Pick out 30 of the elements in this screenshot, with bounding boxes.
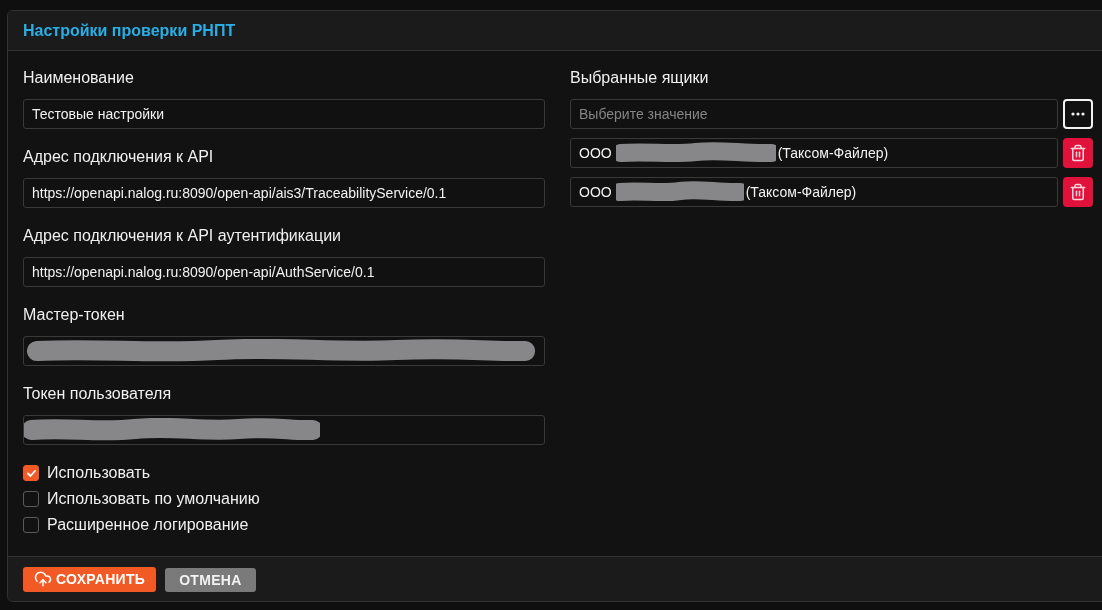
checkmark-icon (26, 469, 36, 477)
checkbox-label: Использовать (47, 464, 150, 482)
checkbox[interactable] (23, 491, 39, 507)
cancel-button[interactable]: ОТМЕНА (165, 568, 256, 592)
item-suffix: (Таксом-Файлер) (777, 145, 889, 161)
trash-icon (1069, 183, 1087, 201)
field-label: Адрес подключения к API аутентификации (23, 226, 341, 246)
more-button[interactable] (1063, 99, 1093, 129)
delete-button[interactable] (1063, 138, 1093, 168)
input-field[interactable]: https://openapi.nalog.ru:8090/open-api/ais3/TraceabilityService/0.1 (23, 178, 545, 208)
checkbox[interactable] (23, 517, 39, 533)
item-prefix: ООО (579, 184, 612, 200)
field-label: Выбранные ящики (570, 68, 709, 88)
field-label: Токен пользователя (23, 384, 172, 404)
cloud-upload-icon (34, 570, 52, 588)
checkbox-label: Расширенное логирование (47, 516, 249, 534)
field-label: Мастер-токен (23, 305, 125, 325)
item-prefix: ООО (579, 145, 612, 161)
select-field[interactable]: Выберите значение (570, 99, 1058, 129)
field-label: Адрес подключения к API (23, 147, 214, 167)
checkbox[interactable] (23, 465, 39, 481)
panel-title: Настройки проверки РНПТ (23, 21, 236, 40)
field-label: Наименование (23, 68, 134, 88)
checkbox-label: Использовать по умолчанию (47, 490, 260, 508)
trash-icon (1069, 144, 1087, 162)
item-suffix: (Таксом-Файлер) (745, 184, 857, 200)
delete-button[interactable] (1063, 177, 1093, 207)
more-icon (1071, 112, 1085, 116)
input-field[interactable]: Тестовые настройки (23, 99, 545, 129)
input-field[interactable]: https://openapi.nalog.ru:8090/open-api/AuthService/0.1 (23, 257, 545, 287)
